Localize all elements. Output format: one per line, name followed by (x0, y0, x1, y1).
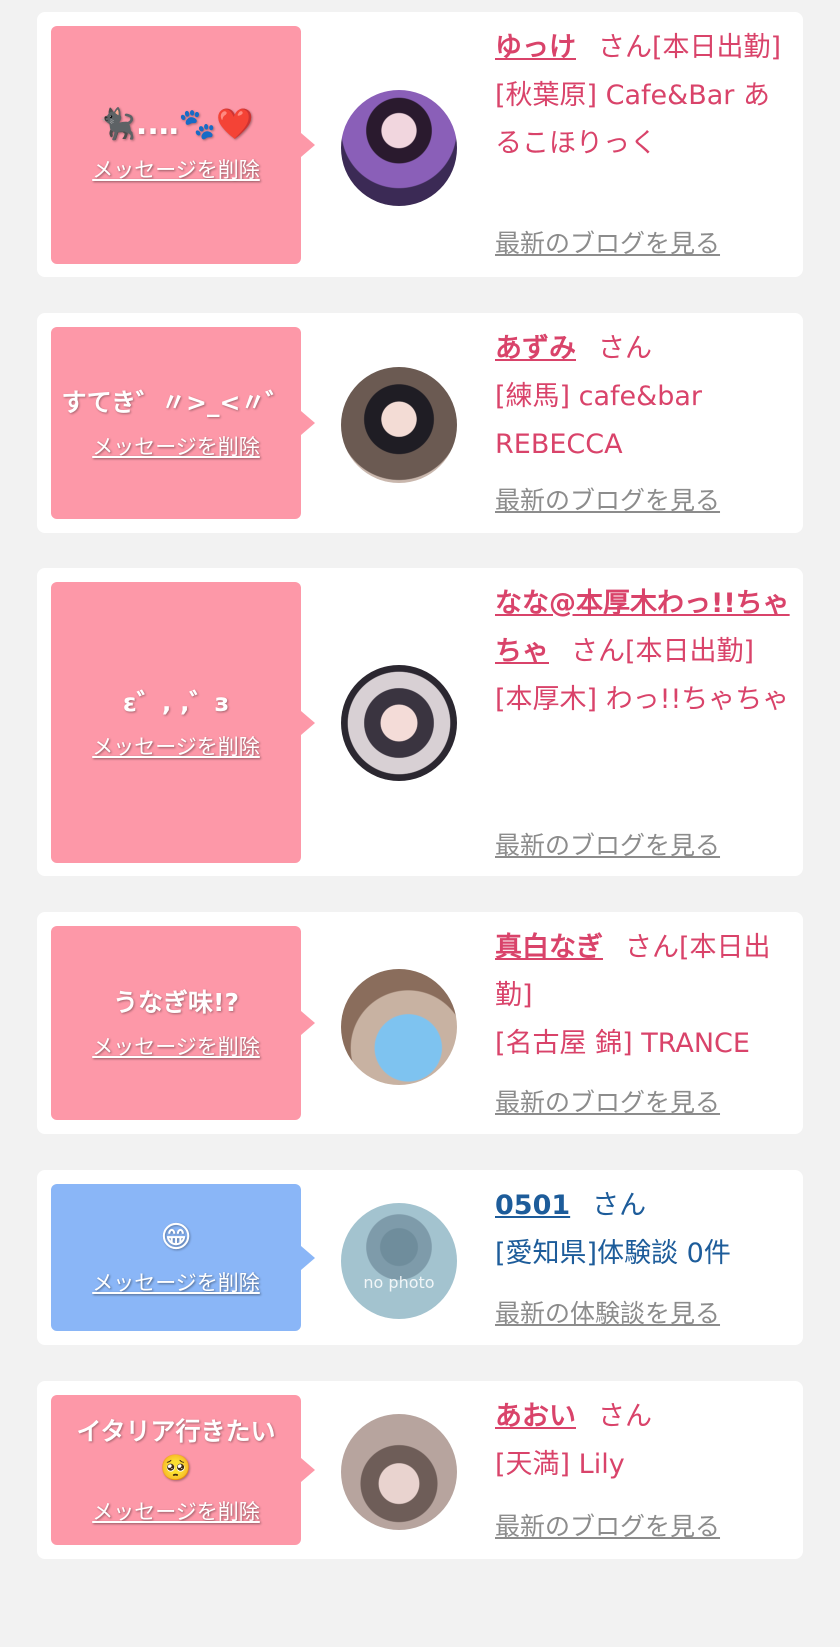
delete-message-link[interactable]: メッセージを削除 (92, 431, 260, 461)
message-card: 😁 メッセージを削除 no photo 0501 さん [愛知県]体験談 0件 最… (37, 1170, 803, 1345)
no-photo-label: no photo (363, 1273, 435, 1292)
shop-label: [練馬] cafe&bar REBECCA (495, 381, 702, 460)
message-card: すてき゛〃>_<〃゛ メッセージを削除 あずみ さん [練馬] cafe&bar … (37, 313, 803, 533)
avatar[interactable] (341, 367, 457, 483)
profile-name-link[interactable]: あおい (495, 1401, 576, 1432)
latest-review-link[interactable]: 最新の体験談を見る (495, 1294, 720, 1330)
delete-message-link[interactable]: メッセージを削除 (92, 1031, 260, 1061)
latest-blog-link[interactable]: 最新のブログを見る (495, 1083, 720, 1119)
name-suffix: さん (598, 1401, 652, 1432)
message-bubble: すてき゛〃>_<〃゛ メッセージを削除 (51, 327, 315, 519)
message-card: イタリア行きたい🥺 メッセージを削除 あおい さん [天満] Lily 最新のブロ… (37, 1381, 803, 1559)
avatar[interactable] (341, 90, 457, 206)
avatar[interactable] (341, 969, 457, 1085)
delete-message-link[interactable]: メッセージを削除 (92, 1496, 260, 1526)
message-bubble: 😁 メッセージを削除 (51, 1184, 315, 1331)
message-text: 😁 (160, 1219, 192, 1255)
avatar[interactable] (341, 1414, 457, 1530)
profile-name-link[interactable]: あずみ (495, 333, 576, 364)
latest-blog-link[interactable]: 最新のブログを見る (495, 224, 720, 260)
message-bubble: うなぎ味!? メッセージを削除 (51, 926, 315, 1120)
profile-name-link[interactable]: 0501 (495, 1190, 570, 1221)
delete-message-link[interactable]: メッセージを削除 (92, 154, 260, 184)
latest-blog-link[interactable]: 最新のブログを見る (495, 1507, 720, 1543)
message-card: うなぎ味!? メッセージを削除 真白なぎ さん[本日出勤] [名古屋 錦] TRA… (37, 912, 803, 1134)
shop-label: [本厚木] わっ!!ちゃちゃ (495, 684, 790, 715)
avatar[interactable] (341, 665, 457, 781)
profile-info: ゆっけ さん[本日出勤] [秋葉原] Cafe&Bar あるこほりっく (495, 24, 795, 168)
message-text: 🐈‍⬛..‥🐾❤️ (98, 107, 254, 142)
name-suffix: さん[本日出勤] (571, 636, 755, 667)
shop-label: [天満] Lily (495, 1449, 625, 1480)
message-text: イタリア行きたい🥺 (76, 1417, 276, 1482)
name-suffix: さん (592, 1190, 647, 1221)
profile-info: あおい さん [天満] Lily (495, 1393, 795, 1489)
profile-info: 真白なぎ さん[本日出勤] [名古屋 錦] TRANCE (495, 924, 795, 1068)
latest-blog-link[interactable]: 最新のブログを見る (495, 481, 720, 517)
message-card: 🐈‍⬛..‥🐾❤️ メッセージを削除 ゆっけ さん[本日出勤] [秋葉原] Caf… (37, 12, 803, 277)
delete-message-link[interactable]: メッセージを削除 (92, 1267, 260, 1297)
name-suffix: さん (598, 333, 652, 364)
profile-info: あずみ さん [練馬] cafe&bar REBECCA (495, 325, 795, 469)
message-text: うなぎ味!? (113, 988, 239, 1017)
message-text: ε゛, ,゛з (122, 687, 230, 717)
message-text: すてき゛〃>_<〃゛ (61, 388, 291, 417)
delete-message-link[interactable]: メッセージを削除 (92, 731, 260, 761)
shop-label: [秋葉原] Cafe&Bar あるこほりっく (495, 80, 770, 159)
shop-label: [愛知県]体験談 0件 (495, 1238, 731, 1269)
message-bubble: 🐈‍⬛..‥🐾❤️ メッセージを削除 (51, 26, 315, 264)
latest-blog-link[interactable]: 最新のブログを見る (495, 826, 720, 862)
shop-label: [名古屋 錦] TRANCE (495, 1028, 750, 1059)
profile-name-link[interactable]: ゆっけ (495, 32, 576, 63)
avatar[interactable]: no photo (341, 1203, 457, 1319)
profile-info: 0501 さん [愛知県]体験談 0件 (495, 1182, 795, 1278)
message-card: ε゛, ,゛з メッセージを削除 なな@本厚木わっ!!ちゃちゃ さん[本日出勤] … (37, 568, 803, 876)
name-suffix: さん[本日出勤] (598, 32, 782, 63)
message-bubble: ε゛, ,゛з メッセージを削除 (51, 582, 315, 863)
profile-name-link[interactable]: 真白なぎ (495, 932, 603, 963)
profile-info: なな@本厚木わっ!!ちゃちゃ さん[本日出勤] [本厚木] わっ!!ちゃちゃ (495, 580, 795, 724)
message-list: 🐈‍⬛..‥🐾❤️ メッセージを削除 ゆっけ さん[本日出勤] [秋葉原] Caf… (0, 0, 840, 1647)
message-bubble: イタリア行きたい🥺 メッセージを削除 (51, 1395, 315, 1545)
